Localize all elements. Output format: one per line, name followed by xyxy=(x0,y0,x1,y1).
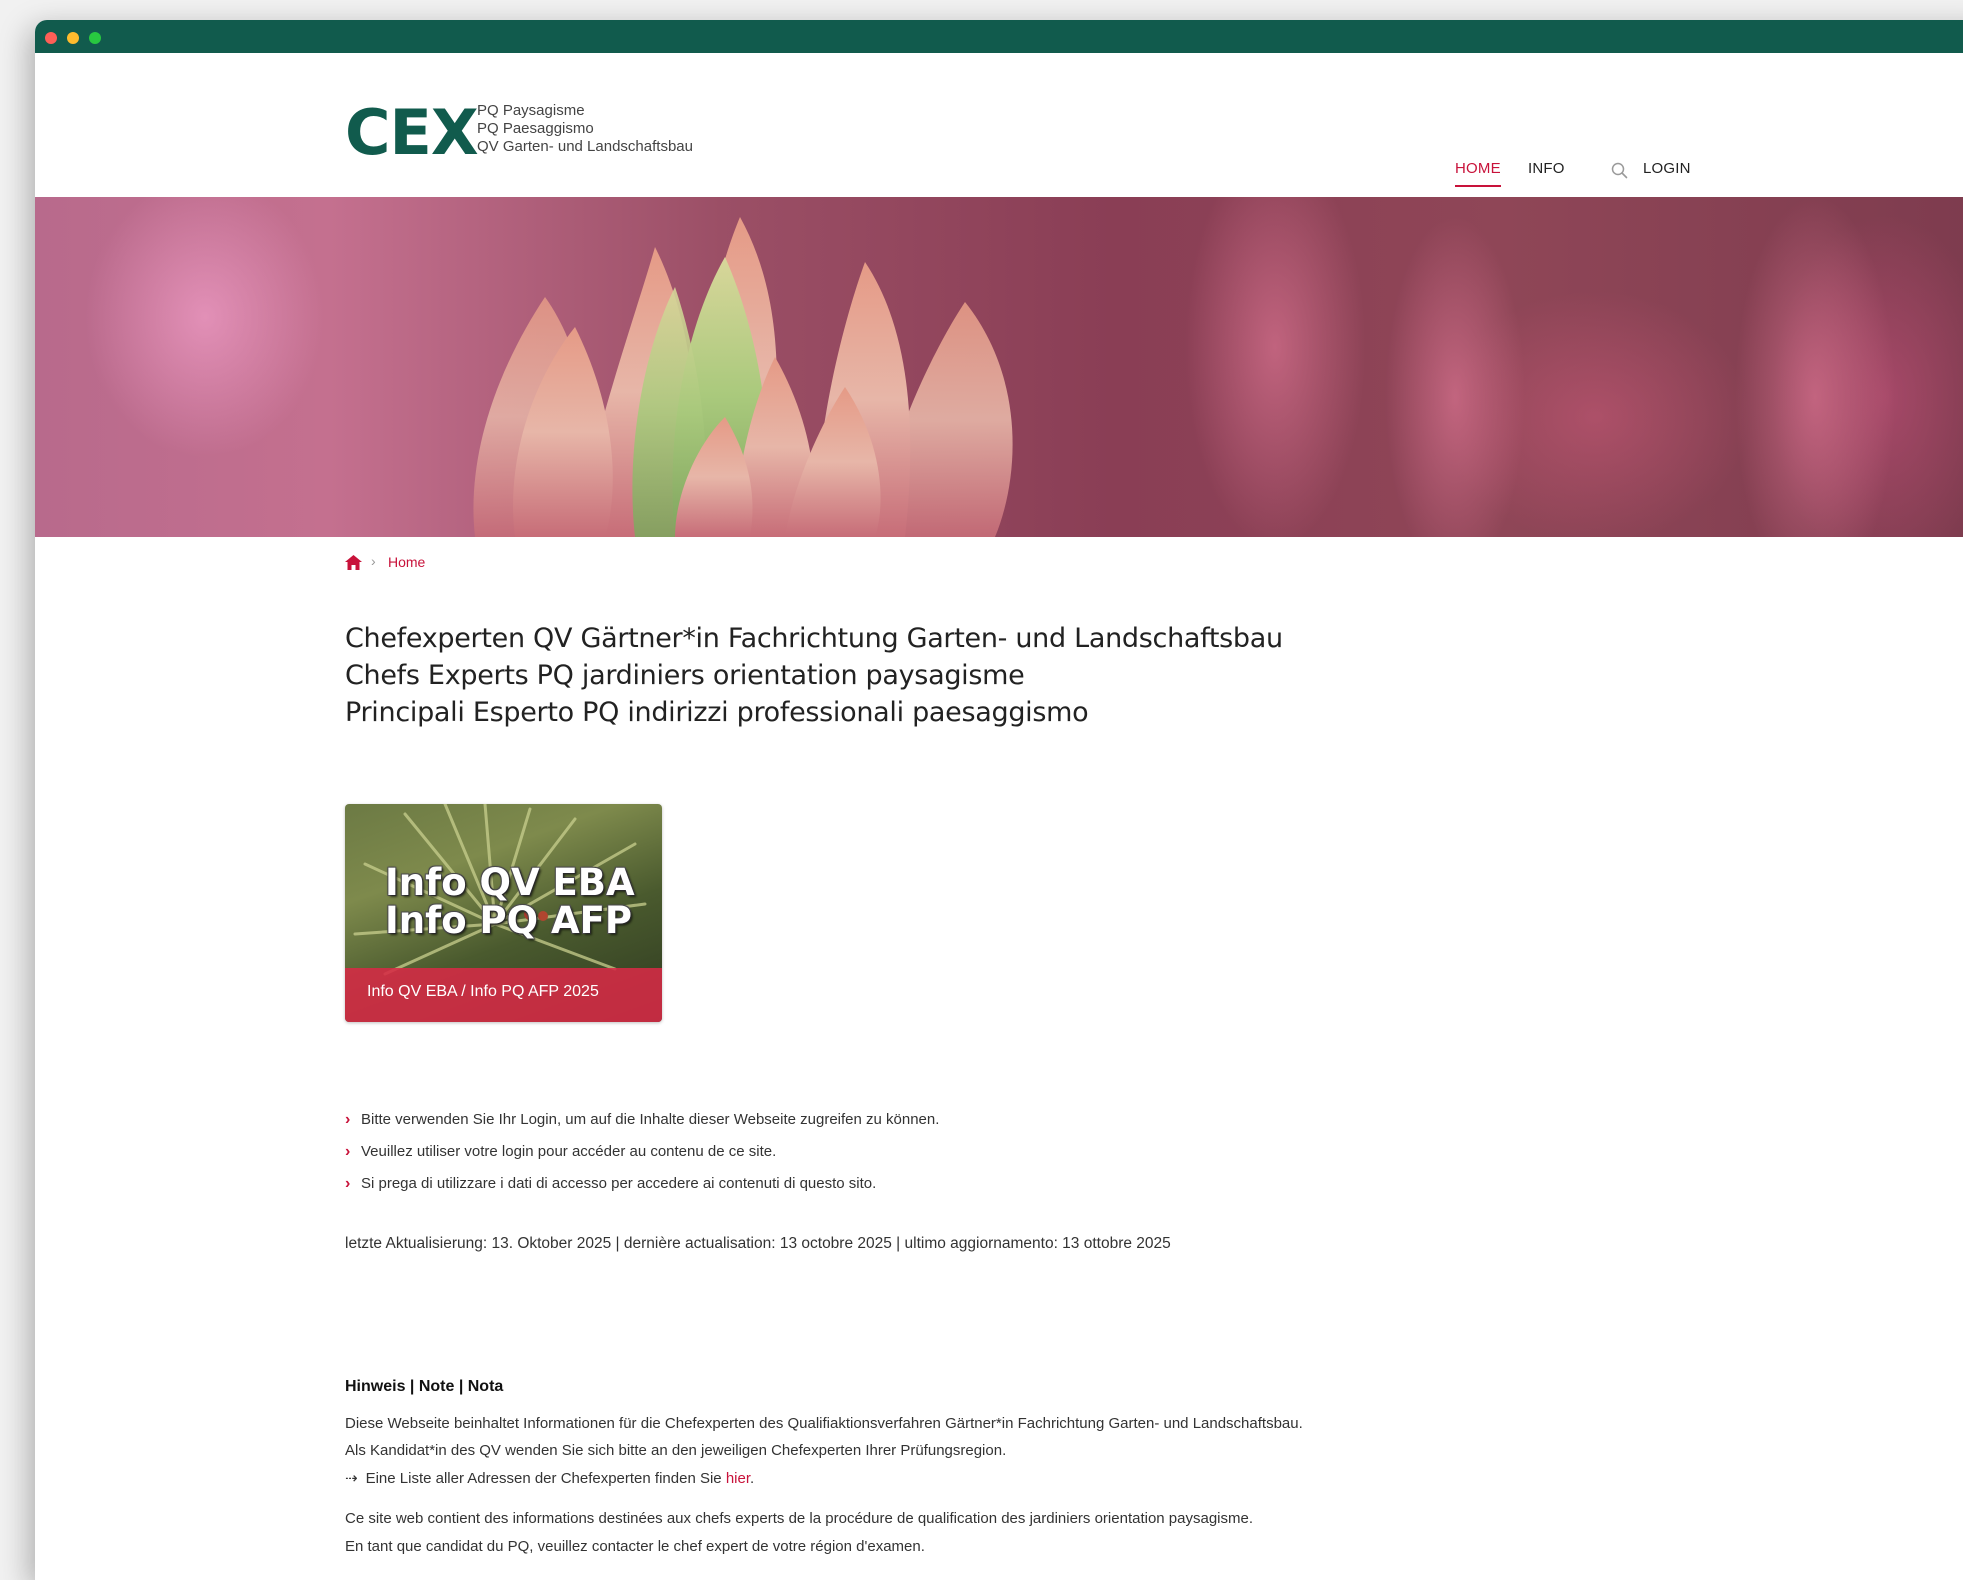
logo-line-3: QV Garten- und Landschaftsbau xyxy=(477,138,693,155)
page-title-line-3: Principali Esperto PQ indirizzi professi… xyxy=(345,697,1089,728)
logo-mark: CEX xyxy=(345,96,479,169)
nav-login[interactable]: LOGIN xyxy=(1643,160,1691,177)
note-de-line-3: ⇢ Eine Liste aller Adressen der Chefexper… xyxy=(345,1469,754,1487)
arrow-right-icon: ⇢ xyxy=(345,1470,358,1487)
maximize-window-button[interactable] xyxy=(89,32,101,44)
logo-line-1: PQ Paysagisme xyxy=(477,102,585,119)
logo-line-2: PQ Paesaggismo xyxy=(477,120,594,137)
note-heading: Hinweis | Note | Nota xyxy=(345,1378,504,1395)
logo-subtitle: PQ Paysagisme PQ Paesaggismo QV Garten- … xyxy=(477,102,693,156)
page-title-line-1: Chefexperten QV Gärtner*in Fachrichtung … xyxy=(345,623,1283,654)
home-icon[interactable] xyxy=(345,555,362,570)
card-title-line-1: Info QV EBA xyxy=(385,861,635,904)
window-titlebar xyxy=(35,20,1963,53)
info-card[interactable]: Info QV EBA Info PQ AFP Info QV EBA / In… xyxy=(345,804,662,1022)
notice-text: Bitte verwenden Sie Ihr Login, um auf di… xyxy=(361,1111,940,1128)
notice-text: Veuillez utiliser votre login pour accéd… xyxy=(361,1143,777,1160)
minimize-window-button[interactable] xyxy=(67,32,79,44)
note-de-line-3-text: Eine Liste aller Adressen der Chefexpert… xyxy=(365,1470,726,1487)
nav-home-active-indicator xyxy=(1455,185,1501,187)
chefexperten-list-link[interactable]: hier xyxy=(726,1470,750,1487)
breadcrumb-current[interactable]: Home xyxy=(388,554,425,570)
card-title-line-2: Info PQ AFP xyxy=(385,899,632,942)
chevron-right-icon: › xyxy=(345,1175,351,1192)
nav-home[interactable]: HOME xyxy=(1455,160,1501,177)
note-fr-line-2: En tant que candidat du PQ, veuillez con… xyxy=(345,1538,925,1555)
close-window-button[interactable] xyxy=(45,32,57,44)
chevron-right-icon: › xyxy=(345,1111,351,1128)
browser-window: CEX PQ Paysagisme PQ Paesaggismo QV Gart… xyxy=(35,20,1963,1580)
hero-succulent-image xyxy=(473,197,1895,537)
notice-text: Si prega di utilizzare i dati di accesso… xyxy=(361,1175,877,1192)
hero-banner xyxy=(35,197,1963,537)
card-caption-band: Info QV EBA / Info PQ AFP 2025 xyxy=(345,968,662,1022)
note-de-line-3-end: . xyxy=(750,1470,755,1487)
card-caption: Info QV EBA / Info PQ AFP 2025 xyxy=(367,983,599,1000)
chevron-right-icon: › xyxy=(371,553,376,569)
last-updated: letzte Aktualisierung: 13. Oktober 2025 … xyxy=(345,1235,1171,1252)
note-fr-line-1: Ce site web contient des informations de… xyxy=(345,1510,1254,1527)
note-de-line-2: Als Kandidat*in des QV wenden Sie sich b… xyxy=(345,1442,1007,1459)
page-title-line-2: Chefs Experts PQ jardiniers orientation … xyxy=(345,660,1025,691)
search-icon[interactable] xyxy=(1610,161,1630,181)
note-de-line-1: Diese Webseite beinhaltet Informationen … xyxy=(345,1415,1303,1432)
page-title: Chefexperten QV Gärtner*in Fachrichtung … xyxy=(345,620,1283,731)
nav-info[interactable]: INFO xyxy=(1528,160,1565,177)
card-title: Info QV EBA Info PQ AFP xyxy=(385,864,635,940)
chevron-right-icon: › xyxy=(345,1143,351,1160)
